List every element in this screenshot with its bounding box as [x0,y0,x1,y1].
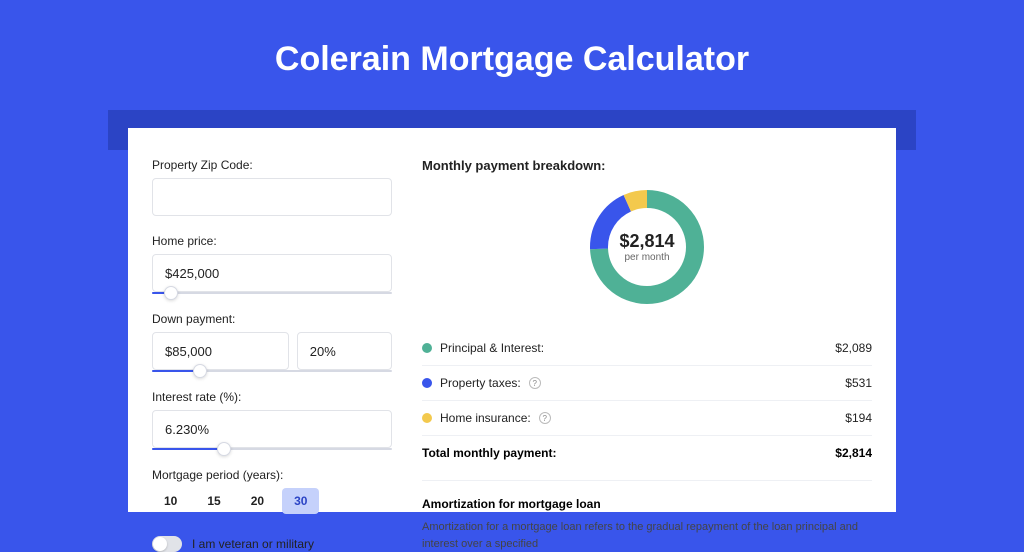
period-label: Mortgage period (years): [152,468,392,482]
veteran-toggle[interactable] [152,536,182,552]
page-title: Colerain Mortgage Calculator [0,0,1024,107]
zip-input[interactable] [152,178,392,216]
legend-dot [422,343,432,353]
total-label: Total monthly payment: [422,446,556,460]
down-payment-input[interactable] [152,332,289,370]
legend-amount: $2,089 [835,341,872,355]
zip-label: Property Zip Code: [152,158,392,172]
period-button-15[interactable]: 15 [195,488,232,514]
interest-slider-thumb[interactable] [217,442,231,456]
interest-input[interactable] [152,410,392,448]
info-icon[interactable]: ? [529,377,541,389]
down-payment-pct-input[interactable] [297,332,392,370]
legend-row: Principal & Interest: $2,089 [422,331,872,366]
results-column: Monthly payment breakdown: $2,814 per mo… [422,158,872,482]
total-amount: $2,814 [835,446,872,460]
legend-label: Property taxes: [440,376,521,390]
period-button-30[interactable]: 30 [282,488,319,514]
veteran-toggle-knob [153,537,167,551]
legend-amount: $194 [845,411,872,425]
down-payment-slider-thumb[interactable] [193,364,207,378]
interest-slider-fill [152,448,224,450]
legend-label: Home insurance: [440,411,531,425]
payment-donut-chart: $2,814 per month [587,187,707,307]
legend-row: Property taxes:? $531 [422,366,872,401]
home-price-slider[interactable] [152,292,392,294]
donut-center-amount: $2,814 [619,231,674,252]
down-payment-label: Down payment: [152,312,392,326]
legend-amount: $531 [845,376,872,390]
period-buttons: 1015 2030 [152,488,392,514]
interest-slider[interactable] [152,448,392,450]
interest-label: Interest rate (%): [152,390,392,404]
home-price-input[interactable] [152,254,392,292]
home-price-label: Home price: [152,234,392,248]
veteran-label: I am veteran or military [192,537,314,551]
home-price-slider-thumb[interactable] [164,286,178,300]
legend-dot [422,378,432,388]
legend-label: Principal & Interest: [440,341,544,355]
legend-row: Home insurance:? $194 [422,401,872,435]
form-column: Property Zip Code: Home price: Down paym… [152,158,392,482]
calculator-panel: Property Zip Code: Home price: Down paym… [128,128,896,512]
amortization-section: Amortization for mortgage loan Amortizat… [422,480,872,552]
legend-dot [422,413,432,423]
period-button-20[interactable]: 20 [239,488,276,514]
period-button-10[interactable]: 10 [152,488,189,514]
breakdown-title: Monthly payment breakdown: [422,158,872,173]
down-payment-slider[interactable] [152,370,392,372]
amortization-title: Amortization for mortgage loan [422,497,872,511]
donut-center-period: per month [619,252,674,263]
amortization-text: Amortization for a mortgage loan refers … [422,519,872,552]
info-icon[interactable]: ? [539,412,551,424]
